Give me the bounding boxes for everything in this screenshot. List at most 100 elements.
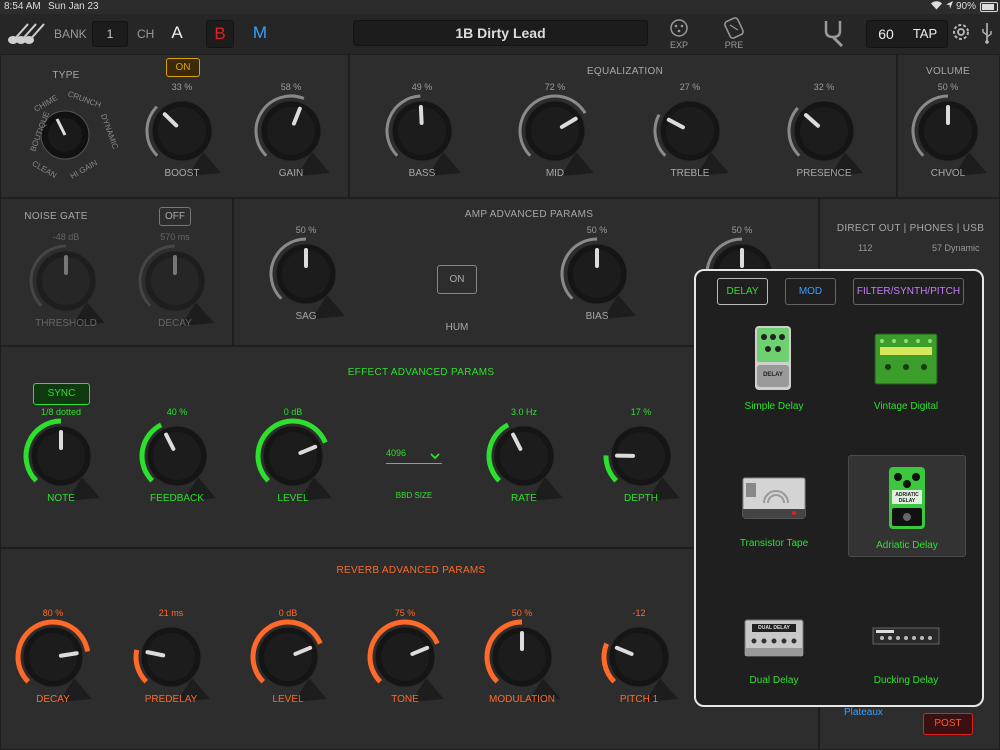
preset-name[interactable]: 1B Dirty Lead: [353, 20, 648, 46]
pedal-vintage-digital[interactable]: Vintage Digital: [848, 319, 964, 419]
tone-knob[interactable]: [363, 615, 447, 702]
boost-knob[interactable]: [140, 89, 224, 176]
modulation-knob-value: 50 %: [511, 608, 533, 618]
chvol-knob[interactable]: [906, 89, 990, 176]
tuner-fork-icon[interactable]: [820, 19, 846, 52]
channel-b-button[interactable]: B: [206, 20, 234, 48]
treble-knob-value: 27 %: [679, 82, 701, 92]
gain-knob-label: GAIN: [278, 168, 304, 179]
reverb-decay-knob[interactable]: [11, 615, 95, 702]
pedal-dual-delay[interactable]: DUAL DELAY Dual Delay: [716, 593, 832, 693]
channel-m-button[interactable]: M: [246, 19, 274, 47]
hum-label: HUM: [445, 322, 469, 333]
tab-delay[interactable]: DELAY: [717, 278, 768, 305]
bias-knob-label: BIAS: [585, 311, 609, 322]
rate-knob-label: RATE: [511, 493, 537, 504]
dual-delay-name: Dual Delay: [749, 675, 799, 686]
channel-a-button[interactable]: A: [163, 19, 191, 47]
gear-icon[interactable]: [950, 21, 972, 48]
amp-adv-third-knob-value: 50 %: [731, 225, 753, 235]
bass-knob-pointer: [418, 105, 424, 126]
sag-knob-value: 50 %: [295, 225, 317, 235]
depth-knob[interactable]: [599, 414, 683, 501]
modulation-knob[interactable]: [480, 615, 564, 702]
reverb-level-knob[interactable]: [246, 615, 330, 702]
bias-knob-value: 50 %: [586, 225, 608, 235]
volume-panel: VOLUME 50 % CHVOL: [897, 54, 1000, 198]
direct-out-left-value: 112: [858, 243, 873, 253]
pre-label: PRE: [724, 40, 744, 50]
mid-knob-value: 72 %: [544, 82, 566, 92]
amp-adv-title: AMP ADVANCED PARAMS: [464, 209, 594, 220]
effect-level-knob[interactable]: [251, 414, 335, 501]
bbd-size-select[interactable]: 4096: [386, 447, 442, 464]
feedback-knob-value: 40 %: [166, 407, 188, 417]
pitch1-knob[interactable]: [597, 615, 681, 702]
hum-on-toggle[interactable]: ON: [437, 265, 477, 294]
threshold-knob[interactable]: [24, 239, 108, 326]
predelay-knob[interactable]: [129, 615, 213, 702]
mid-knob-label: MID: [545, 168, 565, 179]
gain-knob[interactable]: [249, 89, 333, 176]
effect-level-knob-value: 0 dB: [283, 407, 303, 417]
threshold-knob-label: THRESHOLD: [35, 318, 97, 329]
bias-knob[interactable]: [555, 232, 639, 319]
tab-mod[interactable]: MOD: [785, 278, 836, 305]
post-button[interactable]: POST: [923, 713, 973, 735]
status-date: Sun Jan 23: [48, 1, 99, 12]
predelay-knob-value: 21 ms: [158, 608, 184, 618]
pitch1-knob-value: -12: [632, 608, 646, 618]
pedal-transistor-tape[interactable]: Transistor Tape: [716, 455, 832, 555]
reverb-decay-knob-pointer: [58, 651, 79, 658]
effect-adv-title: EFFECT ADVANCED PARAMS: [347, 367, 495, 378]
tone-knob-label: TONE: [391, 694, 419, 705]
sync-toggle[interactable]: SYNC: [33, 383, 90, 405]
ng-decay-knob-label: DECAY: [158, 318, 192, 329]
modulation-knob-label: MODULATION: [489, 694, 555, 705]
pedal-ducking-delay[interactable]: Ducking Delay: [848, 593, 964, 693]
volume-title: VOLUME: [925, 66, 971, 77]
rate-knob[interactable]: [482, 414, 566, 501]
exp-label: EXP: [669, 40, 688, 50]
status-bar: 8:54 AM Sun Jan 23 90%: [0, 0, 1000, 14]
bank-selector[interactable]: 1: [92, 21, 128, 47]
channel-label: CH: [137, 27, 155, 41]
sag-knob[interactable]: [264, 232, 348, 319]
boost-on-toggle[interactable]: ON: [166, 58, 200, 77]
ng-decay-knob[interactable]: [133, 239, 217, 326]
guitars-logo-icon[interactable]: [6, 20, 46, 51]
bass-knob[interactable]: [380, 89, 464, 176]
depth-knob-value: 17 %: [630, 407, 652, 417]
effect-level-knob-label: LEVEL: [277, 493, 309, 504]
amp-type-selector[interactable]: BOUTIQUE CHIME CRUNCH DYNAMIC HI GAIN CL…: [19, 89, 120, 181]
feedback-knob[interactable]: [135, 414, 219, 501]
presence-knob[interactable]: [782, 89, 866, 176]
status-time: 8:54 AM: [4, 1, 41, 12]
wifi-icon: [930, 0, 943, 13]
pedal-simple-delay[interactable]: DELAY Simple Delay: [716, 319, 832, 419]
transistor-tape-name: Transistor Tape: [739, 538, 809, 549]
feedback-knob-label: FEEDBACK: [150, 493, 204, 504]
plateaux-label[interactable]: Plateaux: [844, 707, 883, 718]
noise-gate-toggle[interactable]: OFF: [159, 207, 191, 226]
mid-knob[interactable]: [513, 89, 597, 176]
dual-delay-pedal-text: DUAL DELAY: [758, 625, 790, 631]
treble-knob[interactable]: [648, 89, 732, 176]
tap-button[interactable]: TAP: [905, 21, 945, 47]
boost-knob-value: 33 %: [171, 82, 193, 92]
ducking-delay-pedal-icon: [872, 627, 940, 645]
pedal-adriatic-delay[interactable]: ADRIATIC DELAY Adriatic Delay: [848, 455, 966, 557]
predelay-knob-label: PREDELAY: [144, 694, 198, 705]
note-knob[interactable]: [19, 414, 103, 501]
rate-knob-value: 3.0 Hz: [510, 407, 537, 417]
usb-icon: [980, 22, 994, 49]
location-icon: [945, 0, 954, 13]
vintage-digital-pedal-icon: [874, 333, 938, 385]
tempo-value[interactable]: 60: [867, 21, 905, 47]
bbd-size-label: BBD SIZE: [395, 491, 433, 500]
reverb-level-knob-label: LEVEL: [272, 694, 304, 705]
vintage-digital-name: Vintage Digital: [873, 401, 939, 412]
transistor-tape-pedal-icon: [742, 477, 806, 519]
ducking-delay-name: Ducking Delay: [873, 675, 939, 686]
tab-filter-synth-pitch[interactable]: FILTER/SYNTH/PITCH: [853, 278, 964, 305]
